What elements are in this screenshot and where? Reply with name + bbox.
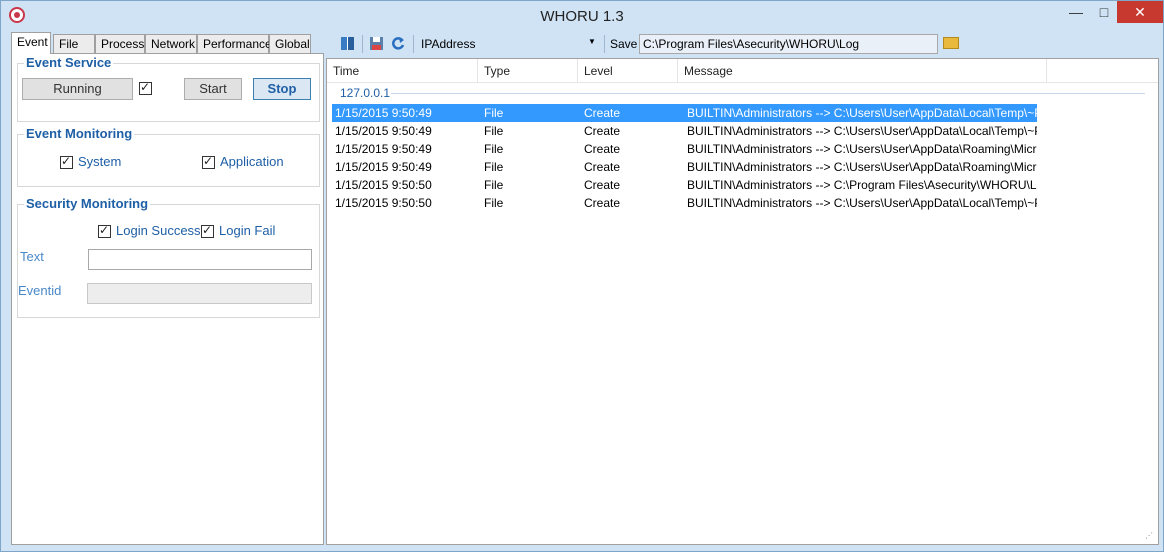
log-message: BUILTIN\Administrators --> C:\Users\User…: [687, 106, 1037, 120]
tab-file[interactable]: File: [53, 34, 95, 53]
log-time: 1/15/2015 9:50:50: [335, 178, 432, 192]
tab-global[interactable]: Global: [269, 34, 311, 53]
log-message: BUILTIN\Administrators --> C:\Users\User…: [687, 160, 1037, 174]
chevron-down-icon[interactable]: ▼: [588, 37, 596, 46]
tab-performance[interactable]: Performance: [197, 34, 272, 53]
eventid-input: [87, 283, 312, 304]
save-path-field[interactable]: C:\Program Files\Asecurity\WHORU\Log: [639, 34, 938, 54]
log-row[interactable]: 1/15/2015 9:50:49 File Create BUILTIN\Ad…: [332, 140, 1037, 158]
save-icon[interactable]: [368, 35, 386, 52]
log-row[interactable]: 1/15/2015 9:50:49 File Create BUILTIN\Ad…: [332, 104, 1037, 122]
log-type: File: [484, 142, 504, 156]
log-time: 1/15/2015 9:50:49: [335, 160, 432, 174]
eventid-field-label: Eventid: [18, 283, 62, 298]
log-time: 1/15/2015 9:50:49: [335, 142, 432, 156]
close-button[interactable]: ✕: [1117, 1, 1163, 23]
toolbar-separator: [362, 35, 363, 53]
log-level: Create: [584, 124, 621, 138]
tab-network[interactable]: Network: [145, 34, 197, 53]
login-success-checkbox[interactable]: [98, 223, 111, 238]
log-type: File: [484, 178, 504, 192]
log-row[interactable]: 1/15/2015 9:50:49 File Create BUILTIN\Ad…: [332, 122, 1037, 140]
log-level: Create: [584, 196, 621, 210]
toolbar-separator: [604, 35, 605, 53]
log-message: BUILTIN\Administrators --> C:\Users\User…: [687, 124, 1037, 138]
log-type: File: [484, 124, 504, 138]
tab-strip: Event File Process Network Performance G…: [11, 32, 324, 54]
log-row[interactable]: 1/15/2015 9:50:49 File Create BUILTIN\Ad…: [332, 158, 1037, 176]
log-message: BUILTIN\Administrators --> C:\Users\User…: [687, 142, 1037, 156]
tab-process[interactable]: Process: [95, 34, 145, 53]
login-fail-checkbox[interactable]: [201, 223, 214, 238]
save-path-label: Save: [610, 37, 638, 51]
event-monitoring-group: Event Monitoring System Application: [17, 126, 320, 187]
log-time: 1/15/2015 9:50:49: [335, 124, 432, 138]
log-level: Create: [584, 142, 621, 156]
log-list-view[interactable]: Time Type Level Message 127.0.0.1 1/15/2…: [326, 58, 1159, 545]
toolbar-separator: [413, 35, 414, 53]
log-time: 1/15/2015 9:50:49: [335, 106, 432, 120]
system-label[interactable]: System: [78, 154, 121, 169]
stop-button[interactable]: Stop: [253, 78, 311, 100]
ip-address-label[interactable]: IPAddress: [421, 37, 475, 51]
log-level: Create: [584, 160, 621, 174]
log-type: File: [484, 196, 504, 210]
column-header: Time Type Level Message: [327, 59, 1158, 83]
group-header-ip[interactable]: 127.0.0.1: [340, 86, 390, 100]
column-type[interactable]: Type: [478, 59, 578, 83]
log-type: File: [484, 106, 504, 120]
event-service-title: Event Service: [24, 55, 114, 70]
security-monitoring-group: Security Monitoring Login Success Login …: [17, 196, 320, 318]
login-success-label[interactable]: Login Success: [116, 223, 201, 238]
book-icon[interactable]: [339, 35, 357, 52]
text-field-label: Text: [20, 249, 44, 264]
event-monitoring-title: Event Monitoring: [24, 126, 135, 141]
folder-icon[interactable]: [943, 37, 959, 49]
text-input[interactable]: [88, 249, 312, 270]
group-divider: [391, 93, 1145, 94]
login-fail-label[interactable]: Login Fail: [219, 223, 275, 238]
security-monitoring-title: Security Monitoring: [24, 196, 151, 211]
log-level: Create: [584, 106, 621, 120]
log-row[interactable]: 1/15/2015 9:50:50 File Create BUILTIN\Ad…: [332, 194, 1037, 212]
log-time: 1/15/2015 9:50:50: [335, 196, 432, 210]
log-type: File: [484, 160, 504, 174]
service-status-checkbox[interactable]: [139, 80, 152, 95]
tab-event[interactable]: Event: [11, 32, 51, 54]
column-message[interactable]: Message: [678, 59, 1047, 83]
log-level: Create: [584, 178, 621, 192]
event-service-group: Event Service Running Start Stop: [17, 55, 320, 122]
toolbar: IPAddress ▼ Save C:\Program Files\Asecur…: [329, 32, 1159, 56]
app-window: WHORU 1.3 — □ ✕ Event File Process Netwo…: [0, 0, 1164, 552]
log-message: BUILTIN\Administrators --> C:\Program Fi…: [687, 178, 1037, 192]
window-title: WHORU 1.3: [540, 8, 624, 25]
resize-grip-icon[interactable]: ⋰: [1145, 531, 1155, 541]
minimize-button[interactable]: —: [1063, 1, 1089, 23]
left-panel: Event File Process Network Performance G…: [11, 32, 324, 545]
log-message: BUILTIN\Administrators --> C:\Users\User…: [687, 196, 1037, 210]
maximize-button[interactable]: □: [1091, 1, 1117, 23]
log-row[interactable]: 1/15/2015 9:50:50 File Create BUILTIN\Ad…: [332, 176, 1037, 194]
application-label[interactable]: Application: [220, 154, 284, 169]
event-tab-content: Event Service Running Start Stop Event M…: [11, 53, 324, 545]
refresh-icon[interactable]: [389, 35, 407, 52]
start-button[interactable]: Start: [184, 78, 242, 100]
title-bar[interactable]: WHORU 1.3 — □ ✕: [1, 1, 1163, 31]
service-status-display: Running: [22, 78, 133, 100]
column-level[interactable]: Level: [578, 59, 678, 83]
system-checkbox[interactable]: [60, 154, 73, 169]
application-checkbox[interactable]: [202, 154, 215, 169]
column-time[interactable]: Time: [327, 59, 478, 83]
